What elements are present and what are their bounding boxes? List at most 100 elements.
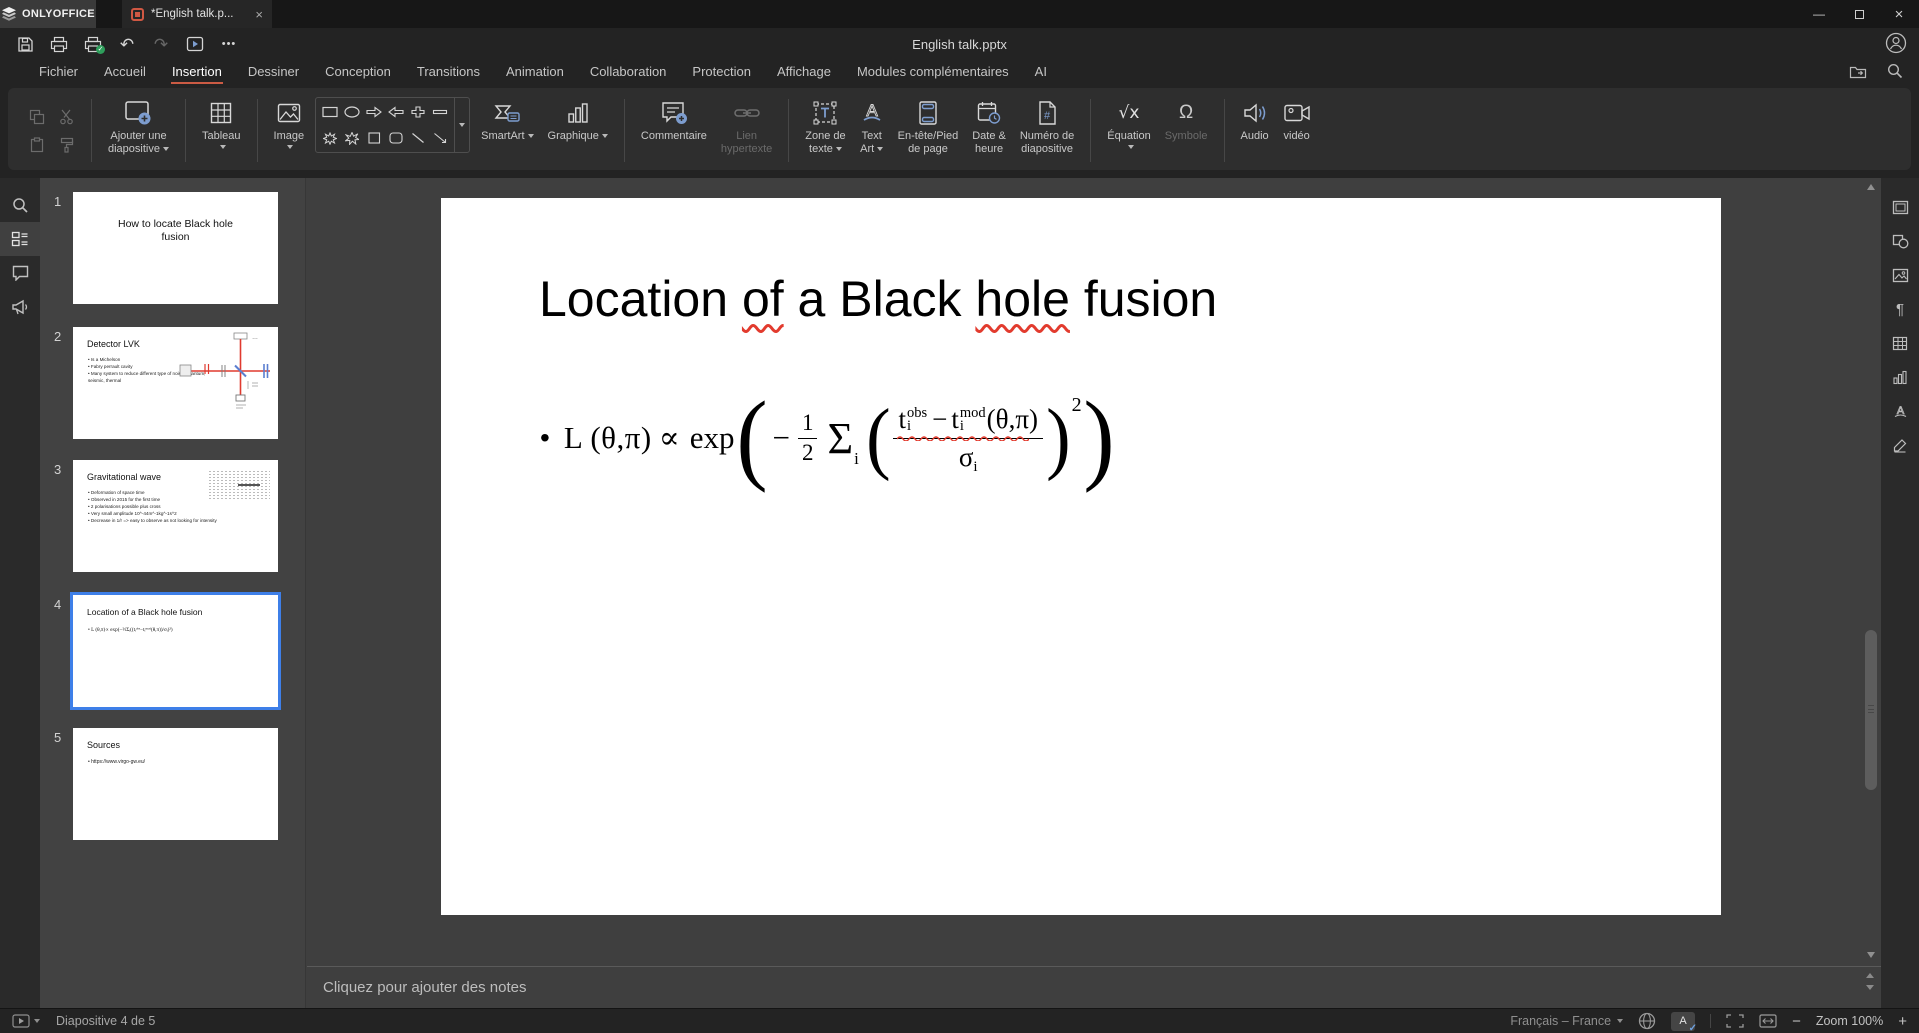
image-button[interactable]: Image (267, 95, 312, 166)
slide-number-button[interactable]: # Numéro de diapositive (1013, 95, 1081, 166)
copy-button[interactable] (29, 109, 45, 125)
textart-settings-button[interactable]: A (1881, 394, 1919, 428)
tab-ai[interactable]: AI (1022, 61, 1060, 84)
tab-transitions[interactable]: Transitions (404, 61, 493, 84)
likelihood-formula[interactable]: • L (θ,π) ∝ exp ( − 1 2 Σi ( t obs i − t mo… (540, 378, 1116, 498)
comment-button[interactable]: Commentaire (634, 95, 714, 166)
shape-arrow-left-icon[interactable] (388, 106, 404, 118)
hyperlink-button[interactable]: Lien hypertexte (714, 95, 779, 166)
slide-5-preview[interactable]: Sources https://www.virgo-gw.eu/ (73, 728, 278, 840)
shape-rounded-rect-icon[interactable] (389, 132, 403, 144)
start-slideshow-status-button[interactable] (12, 1014, 40, 1028)
zoom-out-button[interactable]: − (1792, 1014, 1801, 1029)
tab-collaboration[interactable]: Collaboration (577, 61, 680, 84)
shape-line-icon[interactable] (411, 132, 425, 144)
image-settings-button[interactable] (1881, 258, 1919, 292)
shape-arrow-right-icon[interactable] (366, 106, 383, 118)
slide-2-preview[interactable]: Detector LVK Is a Michelson Fabry perrau… (73, 327, 278, 439)
slide-1-preview[interactable]: How to locate Black hole fusion (73, 192, 278, 304)
zoom-level-label[interactable]: Zoom 100% (1816, 1014, 1883, 1028)
notes-area[interactable]: Cliquez pour ajouter des notes (307, 966, 1881, 1008)
sidebar-feedback-button[interactable] (0, 290, 40, 324)
shape-line2-icon[interactable] (433, 132, 447, 144)
table-settings-button[interactable] (1881, 326, 1919, 360)
shape-plus-icon[interactable] (411, 106, 425, 118)
tab-protection[interactable]: Protection (679, 61, 764, 84)
tab-accueil[interactable]: Accueil (91, 61, 159, 84)
tab-modules-complementaires[interactable]: Modules complémentaires (844, 61, 1022, 84)
document-tab[interactable]: *English talk.p... × (122, 0, 272, 28)
fit-to-slide-button[interactable] (1726, 1014, 1744, 1028)
user-avatar-button[interactable] (1885, 32, 1907, 54)
search-button[interactable] (1887, 63, 1903, 79)
open-file-location-button[interactable] (1849, 64, 1867, 79)
notes-placeholder[interactable]: Cliquez pour ajouter des notes (323, 979, 526, 996)
add-slide-button[interactable]: Ajouter une diapositive (101, 95, 176, 166)
slide-settings-button[interactable] (1881, 190, 1919, 224)
tab-affichage[interactable]: Affichage (764, 61, 844, 84)
chart-button[interactable]: Graphique (541, 95, 615, 166)
smartart-button[interactable]: SmartArt (474, 95, 540, 166)
shape-explosion2-icon[interactable] (345, 131, 360, 145)
sidebar-comments-button[interactable] (0, 256, 40, 290)
save-button[interactable] (8, 31, 42, 57)
undo-button[interactable]: ↶ (110, 31, 144, 57)
equation-button[interactable]: √x Équation (1100, 95, 1157, 166)
tab-conception[interactable]: Conception (312, 61, 404, 84)
tab-insertion[interactable]: Insertion (159, 61, 235, 85)
tab-dessiner[interactable]: Dessiner (235, 61, 312, 84)
scroll-up-arrow[interactable] (1867, 184, 1875, 190)
header-footer-button[interactable]: En-tête/Pied de page (891, 95, 966, 166)
scroll-down-arrow[interactable] (1867, 952, 1875, 958)
spellcheck-toggle[interactable]: A ✓ (1671, 1011, 1697, 1033)
language-selector[interactable]: Français – France (1510, 1014, 1624, 1028)
symbol-button[interactable]: Ω Symbole (1158, 95, 1215, 166)
shape-minus-icon[interactable] (432, 106, 448, 118)
signature-settings-button[interactable] (1881, 428, 1919, 462)
redo-button[interactable]: ↷ (144, 31, 178, 57)
shapes-gallery (315, 97, 471, 153)
print-button[interactable] (42, 31, 76, 57)
slide-number-label: 4 (54, 597, 62, 612)
shape-square-icon[interactable] (368, 132, 381, 144)
slide-4-preview-selected[interactable]: Location of a Black hole fusion • L (θ,π… (70, 592, 281, 710)
tab-close-icon[interactable]: × (255, 7, 263, 22)
video-button[interactable]: vidéo (1276, 95, 1318, 166)
shapes-gallery-more-button[interactable] (454, 98, 469, 152)
notes-scroll-up-arrow[interactable] (1866, 973, 1874, 978)
shape-explosion1-icon[interactable] (323, 131, 338, 145)
slide-3-preview[interactable]: Gravitational wave Deformation of space … (73, 460, 278, 572)
textart-button[interactable]: A Text Art (853, 95, 891, 166)
shape-rectangle-icon[interactable] (322, 106, 338, 118)
canvas-vertical-scrollbar[interactable] (1862, 178, 1881, 966)
current-slide[interactable]: Location of a Black hole fusion • L (θ,π… (441, 198, 1721, 915)
paste-button[interactable] (29, 136, 45, 153)
sidebar-slides-button[interactable] (0, 222, 40, 256)
quick-print-button[interactable]: ✓ (76, 31, 110, 57)
cut-button[interactable] (59, 109, 75, 125)
slide-title-text[interactable]: Location of a Black hole fusion (539, 270, 1217, 328)
zoom-in-button[interactable]: + (1898, 1014, 1907, 1029)
window-close-button[interactable]: × (1879, 0, 1919, 28)
shape-ellipse-icon[interactable] (344, 106, 360, 118)
tab-animation[interactable]: Animation (493, 61, 577, 84)
more-actions-button[interactable]: ••• (212, 31, 246, 57)
scrollbar-thumb[interactable] (1865, 630, 1877, 790)
sidebar-search-button[interactable] (0, 188, 40, 222)
window-minimize-button[interactable]: — (1799, 0, 1839, 28)
shape-settings-button[interactable] (1881, 224, 1919, 258)
format-painter-button[interactable] (59, 137, 75, 153)
notes-scroll-down-arrow[interactable] (1866, 985, 1874, 990)
textbox-button[interactable]: Zone de texte (798, 95, 852, 166)
document-language-button[interactable] (1638, 1012, 1656, 1030)
start-slideshow-button[interactable] (178, 31, 212, 57)
table-button[interactable]: Tableau (195, 95, 248, 166)
tab-fichier[interactable]: Fichier (26, 61, 91, 84)
paragraph-settings-button[interactable]: ¶ (1881, 292, 1919, 326)
chart-settings-button[interactable] (1881, 360, 1919, 394)
slide-editor-canvas[interactable]: Location of a Black hole fusion • L (θ,π… (307, 178, 1881, 966)
window-maximize-button[interactable] (1839, 0, 1879, 28)
audio-button[interactable]: Audio (1234, 95, 1276, 166)
fit-to-width-button[interactable] (1759, 1014, 1777, 1028)
datetime-button[interactable]: Date & heure (965, 95, 1013, 166)
